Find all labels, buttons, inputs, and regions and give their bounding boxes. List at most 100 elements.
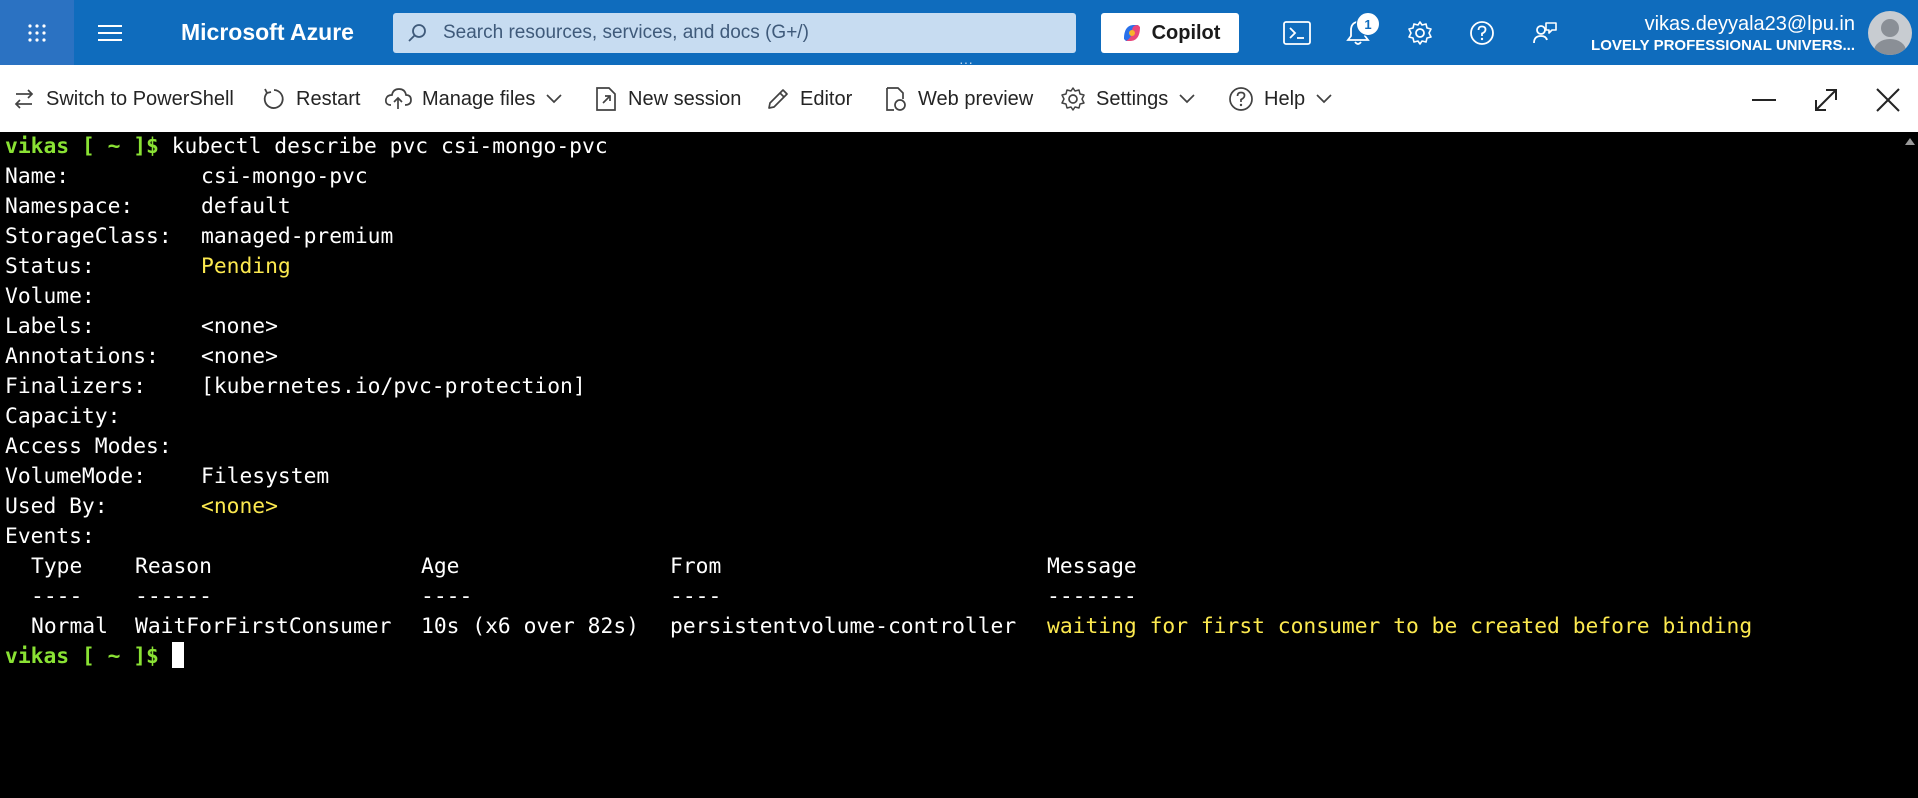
settings-button[interactable]: [1403, 16, 1437, 50]
terminal-scrollbar[interactable]: [1902, 132, 1918, 798]
field-key: VolumeMode:: [5, 464, 147, 489]
brand-title[interactable]: Microsoft Azure: [181, 19, 354, 46]
help-menu-button[interactable]: Help: [1228, 85, 1333, 113]
avatar[interactable]: [1868, 11, 1912, 55]
help-button[interactable]: [1465, 16, 1499, 50]
field-value: Pending: [201, 254, 291, 279]
field-key: Used By:: [5, 494, 108, 519]
field-row: Labels: <none>: [5, 312, 278, 342]
field-key: Labels:: [5, 314, 95, 339]
field-value: default: [201, 194, 291, 219]
event-cell: WaitForFirstConsumer: [135, 614, 392, 639]
field-key: StorageClass:: [5, 224, 172, 249]
minimize-button[interactable]: [1747, 83, 1781, 117]
events-header-cell: From: [670, 554, 722, 579]
global-search[interactable]: [393, 13, 1076, 53]
cloud-shell-button[interactable]: [1280, 16, 1314, 50]
field-row: StorageClass: managed-premium: [5, 222, 393, 252]
user-email: vikas.deyyala23@lpu.in: [1644, 13, 1855, 35]
cloud-upload-icon: [385, 88, 412, 109]
events-header-cell: Age: [421, 554, 460, 579]
scroll-up-arrow-icon[interactable]: [1905, 138, 1915, 145]
event-cell: 10s (x6 over 82s): [421, 614, 639, 639]
user-organization: LOVELY PROFESSIONAL UNIVERS...: [1591, 37, 1855, 54]
field-row: Capacity:: [5, 402, 201, 432]
shell-prompt: vikas [ ~ ]$: [5, 644, 159, 669]
switch-icon: [14, 89, 34, 109]
account-menu[interactable]: vikas.deyyala23@lpu.in LOVELY PROFESSION…: [1591, 12, 1855, 56]
field-value: <none>: [201, 494, 278, 519]
gear-icon: [1408, 21, 1432, 45]
copilot-icon: [1123, 25, 1140, 41]
settings-label: Settings: [1096, 87, 1169, 110]
chevron-down-icon: [1179, 94, 1195, 104]
feedback-button[interactable]: [1528, 16, 1562, 50]
notification-count-badge: 1: [1356, 12, 1380, 36]
prompt-line: vikas [ ~ ]$: [5, 642, 184, 672]
manage-files-label: Manage files: [422, 87, 536, 110]
events-divider-cell: -------: [1047, 584, 1137, 609]
web-preview-button[interactable]: Web preview: [884, 85, 1033, 113]
close-button[interactable]: [1871, 83, 1905, 117]
copilot-button[interactable]: Copilot: [1101, 13, 1239, 53]
restart-button[interactable]: Restart: [262, 85, 360, 113]
field-row: Annotations: <none>: [5, 342, 278, 372]
new-window-icon: [596, 87, 616, 111]
app-launcher-button[interactable]: [0, 0, 74, 65]
switch-to-powershell-label: Switch to PowerShell: [46, 87, 234, 110]
field-value: [kubernetes.io/pvc-protection]: [201, 374, 586, 399]
editor-button[interactable]: Editor: [766, 85, 852, 113]
search-input[interactable]: [441, 21, 1045, 45]
field-row: Access Modes:: [5, 432, 201, 462]
events-divider-cell: ----: [670, 584, 722, 609]
settings-menu-button[interactable]: Settings: [1060, 85, 1196, 113]
waffle-icon: [28, 23, 46, 42]
field-row: Used By: <none>: [5, 492, 278, 522]
field-row: VolumeMode: Filesystem: [5, 462, 329, 492]
copilot-label: Copilot: [1151, 21, 1221, 44]
field-key: Volume:: [5, 284, 95, 309]
shell-prompt: vikas [ ~ ]$: [5, 134, 159, 159]
field-row: Finalizers: [kubernetes.io/pvc-protection…: [5, 372, 586, 402]
field-key: Name:: [5, 164, 70, 189]
field-row: Name: csi-mongo-pvc: [5, 162, 368, 192]
field-row: Volume:: [5, 282, 201, 312]
field-key: Namespace:: [5, 194, 134, 219]
manage-files-button[interactable]: Manage files: [384, 85, 563, 113]
field-key: Finalizers:: [5, 374, 147, 399]
pencil-icon: [768, 89, 788, 109]
terminal-icon: [1283, 21, 1311, 45]
close-icon: [1876, 88, 1900, 112]
new-session-label: New session: [628, 87, 742, 110]
new-session-button[interactable]: New session: [594, 85, 741, 113]
event-cell: persistentvolume-controller: [670, 614, 1017, 639]
field-row: Status: Pending: [5, 252, 291, 282]
field-key: Status:: [5, 254, 95, 279]
events-label: Events:: [5, 524, 95, 549]
field-value: csi-mongo-pvc: [201, 164, 368, 189]
portal-menu-button[interactable]: [95, 18, 125, 48]
events-divider-cell: ------: [135, 584, 212, 609]
help-label: Help: [1264, 87, 1306, 110]
field-value: managed-premium: [201, 224, 394, 249]
event-cell: waiting for first consumer to be created…: [1047, 614, 1753, 639]
command-line: vikas [ ~ ]$ kubectl describe pvc csi-mo…: [5, 132, 608, 162]
field-row: Namespace: default: [5, 192, 291, 222]
restart-label: Restart: [296, 87, 361, 110]
field-key: Capacity:: [5, 404, 121, 429]
command-text: kubectl describe pvc csi-mongo-pvc: [158, 134, 608, 159]
terminal-cursor: [171, 642, 184, 668]
minimize-icon: [1752, 99, 1776, 101]
help-icon: [1229, 87, 1253, 111]
switch-to-powershell-button[interactable]: Switch to PowerShell: [12, 85, 234, 113]
events-divider-cell: ----: [31, 584, 83, 609]
field-value: <none>: [201, 314, 278, 339]
events-header-cell: Type: [31, 554, 83, 579]
events-divider-cell: ----: [421, 584, 473, 609]
azure-top-bar: Microsoft Azure Copilot 1 vikas.deyyala2…: [0, 0, 1918, 69]
maximize-button[interactable]: [1809, 83, 1843, 117]
field-key: Annotations:: [5, 344, 159, 369]
terminal-output[interactable]: vikas [ ~ ]$ kubectl describe pvc csi-mo…: [0, 132, 1902, 798]
editor-label: Editor: [800, 87, 853, 110]
events-header-cell: Message: [1047, 554, 1137, 579]
